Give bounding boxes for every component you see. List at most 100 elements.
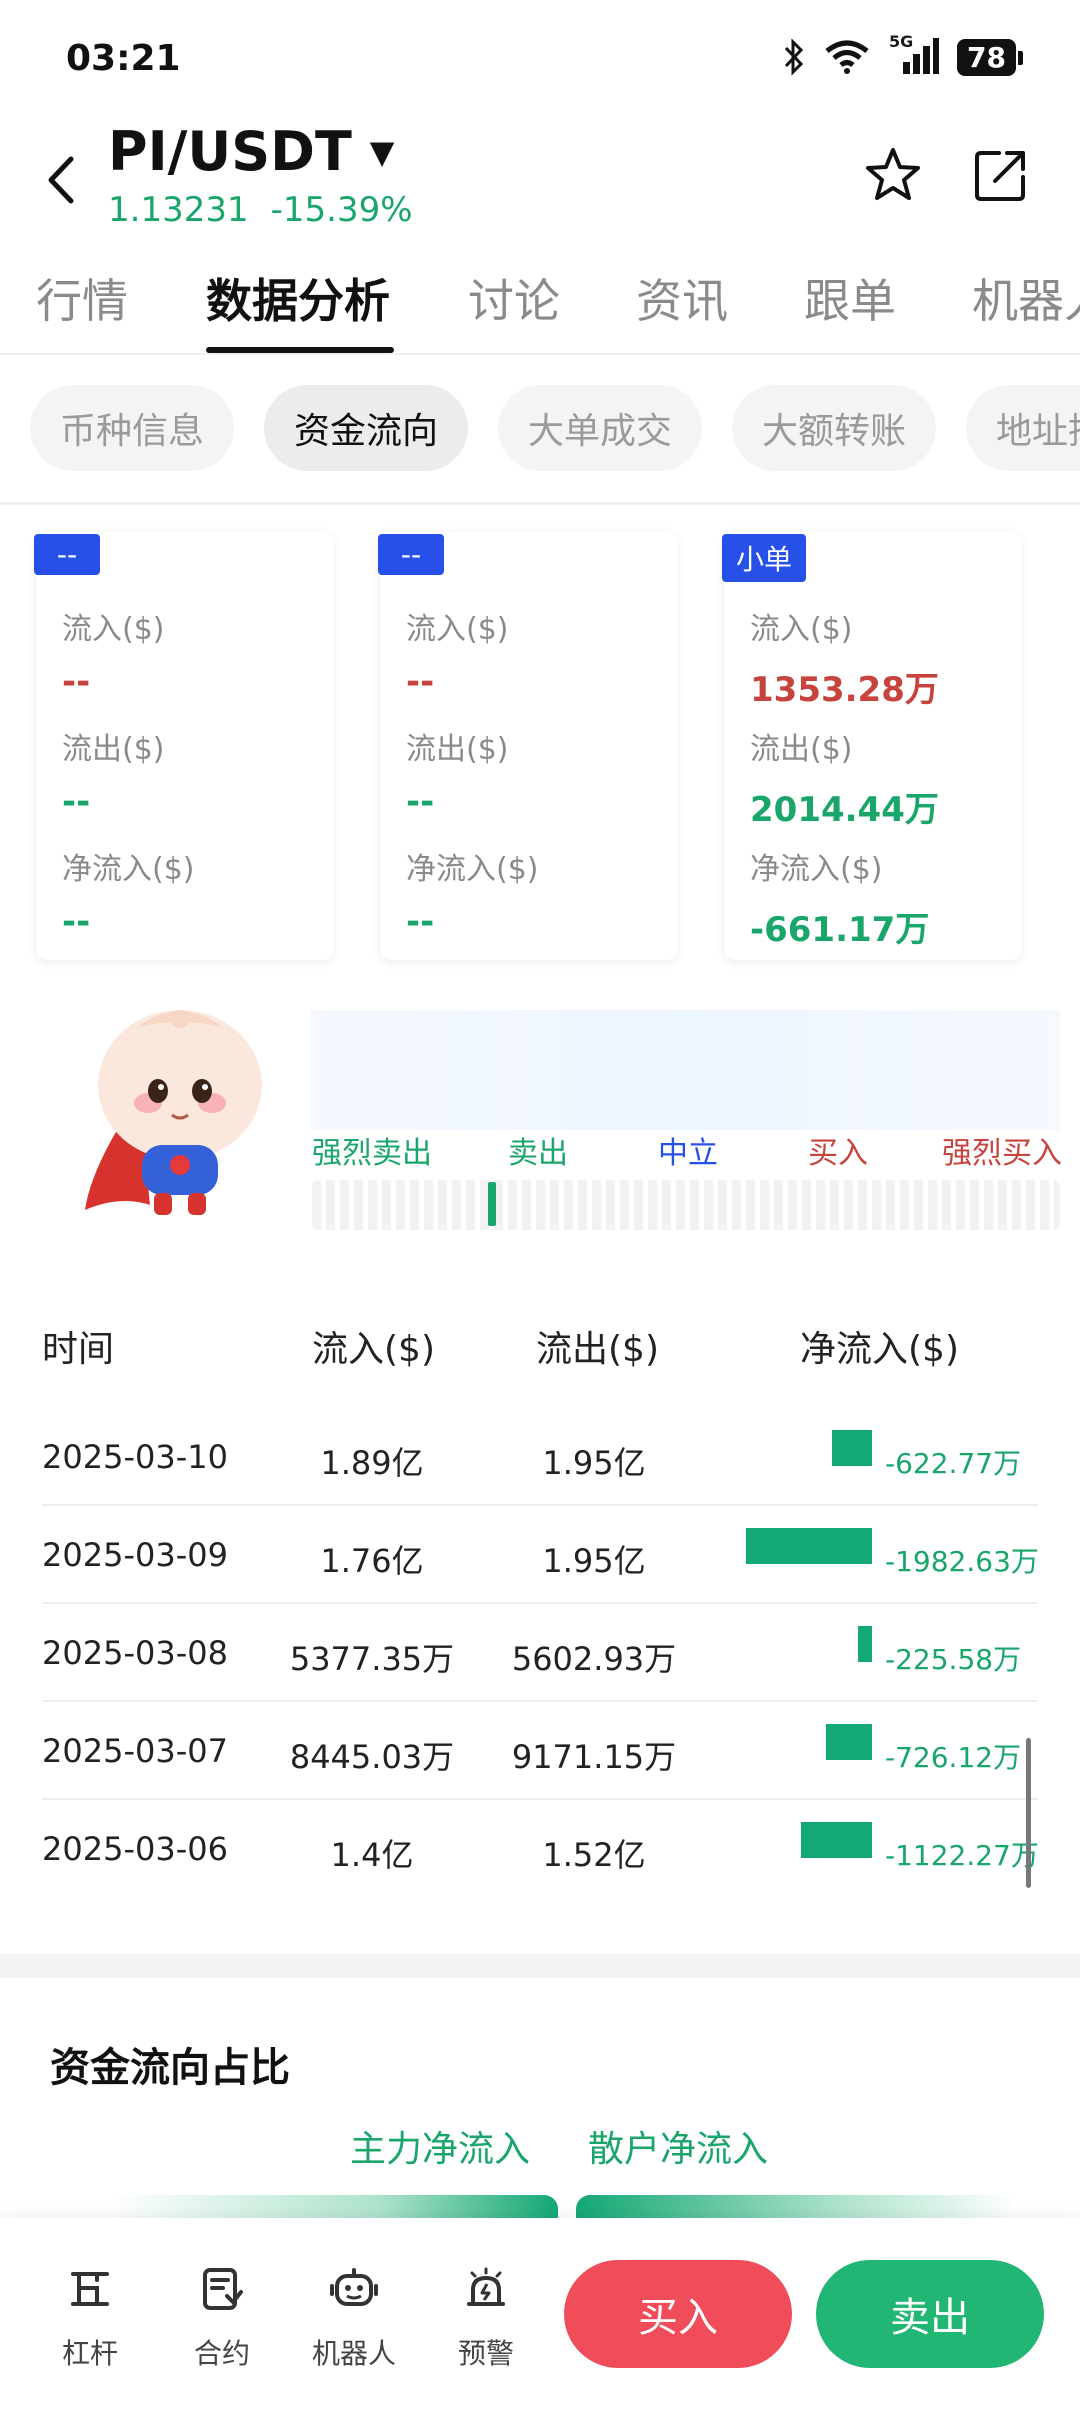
caret-down-icon: ▼	[369, 132, 395, 171]
card-badge: 小单	[722, 534, 807, 582]
nav-label: 预警	[457, 2337, 514, 2370]
nav-label: 合约	[193, 2337, 250, 2370]
card-badge: --	[378, 534, 444, 575]
wifi-icon	[825, 40, 869, 74]
net-flow-bar	[832, 1430, 872, 1466]
table-row: 2025-03-08 5377.35万 5602.93万 -225.58万	[42, 1604, 1038, 1702]
row-netflow: -225.58万	[885, 1643, 1022, 1676]
row-date: 2025-03-07	[42, 1732, 228, 1770]
net-label: 净流入($)	[750, 852, 883, 887]
table-row: 2025-03-09 1.76亿 1.95亿 -1982.63万	[42, 1506, 1039, 1604]
sentiment-label-sell: 卖出	[508, 1136, 568, 1171]
row-inflow: 1.4亿	[330, 1836, 414, 1874]
row-inflow: 5377.35万	[289, 1640, 455, 1678]
chip-large-orders[interactable]: 大单成交	[498, 385, 702, 471]
back-button[interactable]	[30, 140, 90, 220]
outflow-label: 流出($)	[406, 732, 509, 767]
flow-card: -- 流入($) -- 流出($) -- 净流入($) --	[34, 532, 334, 960]
tab-news[interactable]: 资讯	[636, 265, 728, 331]
chip-coin-info[interactable]: 币种信息	[30, 385, 234, 471]
chip-address-holdings[interactable]: 地址持仓	[966, 385, 1080, 471]
outflow-label: 流出($)	[750, 732, 853, 767]
row-netflow: -726.12万	[885, 1741, 1022, 1774]
net-flow-bar	[800, 1822, 872, 1858]
status-bar: 03:21 5G 78	[0, 0, 1080, 120]
inflow-value: 1353.28万	[750, 670, 939, 710]
col-header-time: 时间	[42, 1329, 115, 1370]
alert-icon	[467, 2267, 505, 2306]
mascot-illustration	[85, 1010, 262, 1215]
chip-fund-flow[interactable]: 资金流向	[264, 385, 468, 471]
nav-leverage[interactable]: 杠杆	[40, 2266, 140, 2372]
inflow-label: 流入($)	[406, 612, 509, 647]
row-outflow: 9171.15万	[511, 1738, 677, 1776]
status-time: 03:21	[66, 38, 181, 79]
active-tab-indicator	[206, 347, 394, 353]
row-inflow: 8445.03万	[289, 1738, 455, 1776]
row-netflow: -622.77万	[885, 1447, 1022, 1480]
main-tabs: 行情 数据分析 讨论 资讯 跟单 机器人	[0, 255, 1080, 355]
tab-discussion[interactable]: 讨论	[468, 265, 560, 331]
tab-data-analysis[interactable]: 数据分析	[206, 265, 390, 331]
status-icons: 5G 78	[783, 32, 1023, 76]
chip-large-transfers[interactable]: 大额转账	[732, 385, 936, 471]
legend-main-net-inflow: 主力净流入	[350, 2129, 531, 2170]
pair-name: PI/USDT	[108, 120, 352, 183]
leverage-icon	[71, 2272, 109, 2306]
favorite-button[interactable]	[858, 140, 928, 210]
battery-icon: 78	[957, 38, 1023, 76]
share-icon	[975, 151, 1025, 201]
net-label: 净流入($)	[406, 852, 539, 887]
card-badge: --	[34, 534, 100, 575]
row-inflow: 1.89亿	[320, 1444, 424, 1482]
nav-alert[interactable]: 预警	[436, 2266, 536, 2372]
inflow-value: --	[62, 662, 91, 702]
legend-retail-net-inflow: 散户净流入	[588, 2129, 769, 2170]
nav-robot[interactable]: 机器人	[304, 2266, 404, 2372]
col-header-netflow: 净流入($)	[800, 1329, 959, 1370]
bottom-action-bar: 杠杆 合约 机器人 预警 买入 卖出	[0, 2218, 1080, 2412]
row-date: 2025-03-06	[42, 1830, 228, 1868]
sentiment-label-strong-buy: 强烈买入	[942, 1136, 1062, 1171]
table-row: 2025-03-06 1.4亿 1.52亿 -1122.27万	[42, 1800, 1039, 1898]
outflow-value: --	[406, 782, 435, 822]
nav-contract[interactable]: 合约	[172, 2266, 272, 2372]
flow-card-small-orders: 小单 流入($) 1353.28万 流出($) 2014.44万 净流入($) …	[722, 532, 1022, 960]
divider	[0, 502, 1080, 505]
outflow-value: --	[62, 782, 91, 822]
table-scrollbar[interactable]	[1026, 1738, 1031, 1888]
tab-robot[interactable]: 机器人	[972, 265, 1080, 331]
net-flow-bar	[746, 1528, 872, 1564]
row-inflow: 1.76亿	[320, 1542, 424, 1580]
price-change: -15.39%	[270, 190, 413, 230]
net-value: --	[62, 902, 91, 942]
last-price: 1.13231	[108, 190, 249, 230]
row-netflow: -1122.27万	[885, 1839, 1039, 1872]
row-outflow: 5602.93万	[511, 1640, 677, 1678]
net-label: 净流入($)	[62, 852, 195, 887]
flow-card: -- 流入($) -- 流出($) -- 净流入($) --	[378, 532, 678, 960]
outflow-label: 流出($)	[62, 732, 165, 767]
section-title-flow-ratio: 资金流向占比	[50, 2045, 290, 2091]
sell-button[interactable]: 卖出	[816, 2260, 1044, 2368]
nav-label: 机器人	[311, 2337, 396, 2370]
sentiment-label-buy: 买入	[808, 1136, 868, 1171]
row-outflow: 1.52亿	[542, 1836, 646, 1874]
header: PI/USDT ▼ 1.13231 -15.39%	[0, 110, 1080, 240]
table-row: 2025-03-10 1.89亿 1.95亿 -622.77万	[42, 1408, 1038, 1506]
tab-market[interactable]: 行情	[36, 265, 128, 331]
tab-copy-trading[interactable]: 跟单	[804, 265, 896, 331]
nav-label: 杠杆	[61, 2337, 118, 2370]
net-flow-bar	[825, 1724, 872, 1760]
sentiment-marker	[487, 1182, 496, 1226]
row-outflow: 1.95亿	[542, 1542, 646, 1580]
pair-selector[interactable]: PI/USDT ▼	[108, 120, 394, 183]
share-button[interactable]	[966, 140, 1036, 210]
net-value: --	[406, 902, 435, 942]
row-date: 2025-03-08	[42, 1634, 228, 1672]
inflow-value: --	[406, 662, 435, 702]
row-outflow: 1.95亿	[542, 1444, 646, 1482]
contract-icon	[203, 2268, 243, 2310]
sentiment-background	[310, 1010, 1060, 1130]
buy-button[interactable]: 买入	[564, 2260, 792, 2368]
